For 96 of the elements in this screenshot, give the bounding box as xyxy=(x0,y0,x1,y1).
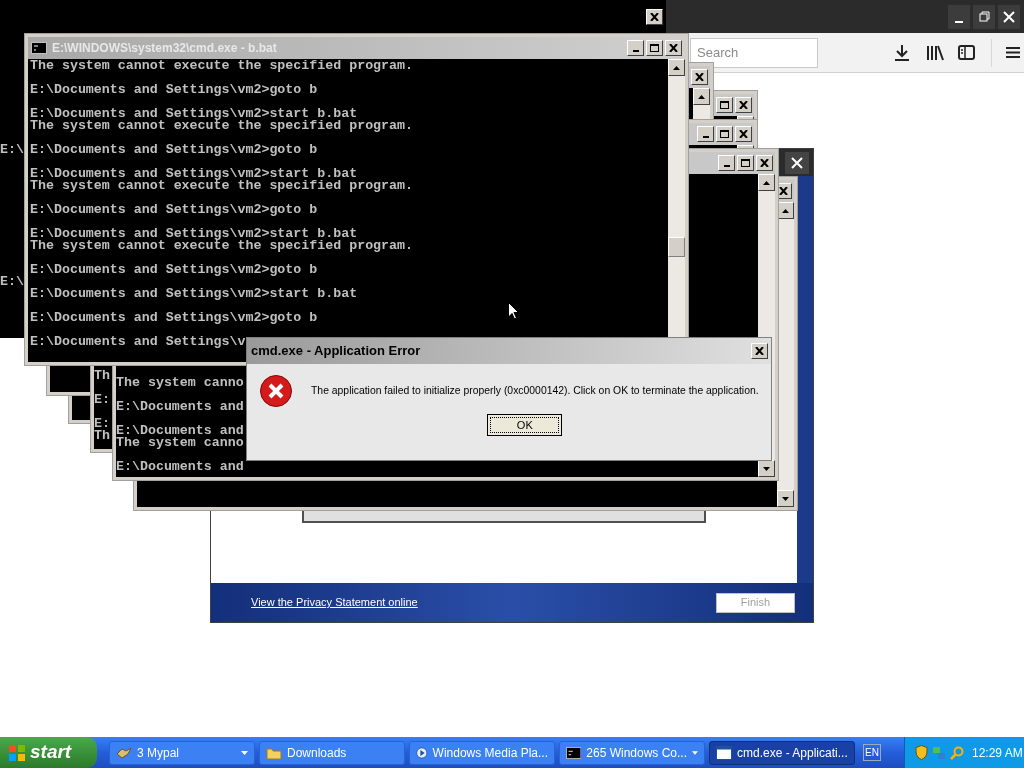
error-message: The application failed to initialize properly (0xc0000142). Click on OK to terminate the application. xyxy=(311,384,759,399)
close-button[interactable] xyxy=(756,155,773,171)
privacy-link[interactable]: View the Privacy Statement online xyxy=(251,594,418,611)
close-icon xyxy=(739,101,748,109)
error-icon xyxy=(259,374,293,408)
console-line: The system cannot execute the specified program. xyxy=(30,60,413,72)
minimize-button[interactable] xyxy=(718,155,735,171)
console-line: E:\Documents and Settings\v xyxy=(30,336,246,348)
window-icon xyxy=(716,745,732,760)
minimize-button[interactable] xyxy=(627,40,644,56)
console-line: E: xyxy=(94,418,110,430)
console-line: E:\Documents and Settings\vm2>start b.bat xyxy=(30,228,358,240)
console-line: The system cannot execute the specified program. xyxy=(30,120,413,132)
scroll-thumb[interactable] xyxy=(668,237,685,258)
console-line: Th xyxy=(94,370,110,382)
console-line: E:\Documents and Settings\vm2>start b.bat xyxy=(30,168,358,180)
minimize-button[interactable] xyxy=(697,126,714,142)
minimize-button[interactable] xyxy=(948,4,970,29)
down-arrow-icon xyxy=(782,496,789,501)
close-icon xyxy=(739,130,748,138)
console-line: E:\Documents and xyxy=(116,401,244,413)
maximize-button[interactable] xyxy=(646,40,663,56)
close-button[interactable] xyxy=(665,40,682,56)
minimize-icon xyxy=(702,136,709,138)
console-line: E:\Documents and xyxy=(116,425,244,437)
caret-icon xyxy=(241,750,248,755)
media-player-icon xyxy=(416,744,428,761)
close-icon xyxy=(754,347,764,355)
dialog-title: cmd.exe - Application Error xyxy=(251,342,421,361)
start-button[interactable]: start xyxy=(0,737,97,768)
console-line: The system canno xyxy=(116,437,244,449)
console-line: The system cannot execute the specified program. xyxy=(30,180,413,192)
close-icon xyxy=(650,13,659,21)
taskbar-button[interactable]: Windows Media Pla... xyxy=(409,740,555,765)
maximize-icon xyxy=(741,159,750,167)
console-line: E:\Documents and Settings\vm2>start b.bat xyxy=(30,108,358,120)
close-icon xyxy=(791,156,803,169)
console-line: E:\Documents and Settings\vm2>goto b xyxy=(30,144,318,156)
language-indicator[interactable]: EN xyxy=(863,744,881,761)
close-button[interactable] xyxy=(785,151,809,174)
clock: 12:29 AM xyxy=(972,744,1023,762)
console-line: E:\Documents and Settings\vm2>goto b xyxy=(30,84,318,96)
console-line: The system canno xyxy=(116,377,244,389)
taskbar-button[interactable]: cmd.exe - Applicati... xyxy=(709,740,855,765)
mouse-cursor-icon xyxy=(508,302,519,320)
maximize-button[interactable] xyxy=(716,97,733,113)
download-icon[interactable] xyxy=(894,43,910,62)
console-line: E:\Documents and xyxy=(116,461,244,473)
close-icon xyxy=(1003,10,1015,23)
console-line: E:\Documents and Settings\vm2>goto b xyxy=(30,204,318,216)
maximize-icon xyxy=(650,44,659,52)
restore-button[interactable] xyxy=(973,4,995,29)
console-line: The system cannot execute the specified program. xyxy=(30,240,413,252)
windows-logo-icon xyxy=(8,743,26,762)
close-button[interactable] xyxy=(691,69,708,85)
caret-icon xyxy=(692,750,698,755)
close-button[interactable] xyxy=(998,4,1020,29)
ok-button[interactable]: OK xyxy=(487,414,563,436)
close-button[interactable] xyxy=(646,9,663,25)
console-icon xyxy=(31,42,47,54)
maximize-button[interactable] xyxy=(737,155,754,171)
restore-icon xyxy=(978,11,990,22)
taskbar-button[interactable]: 265 Windows Co... xyxy=(559,740,705,765)
up-arrow-icon xyxy=(782,208,789,213)
search-field[interactable]: Search xyxy=(690,37,818,68)
menu-icon[interactable] xyxy=(1006,46,1020,59)
maximize-button[interactable] xyxy=(716,126,733,142)
up-arrow-icon xyxy=(763,180,770,185)
close-button[interactable] xyxy=(750,343,768,359)
minimize-icon xyxy=(632,50,639,52)
console-line: E:\Documents and Settings\vm2>start b.bat xyxy=(30,288,358,300)
console-line: E:\Documents and Settings\vm2>goto b xyxy=(30,264,318,276)
maximize-icon xyxy=(720,101,729,109)
close-icon xyxy=(669,44,678,52)
maximize-icon xyxy=(720,130,729,138)
console-line: Th xyxy=(94,430,110,442)
taskbar-button[interactable]: Downloads xyxy=(259,740,405,765)
close-icon xyxy=(695,73,704,81)
shield-icon[interactable] xyxy=(915,745,928,760)
library-icon[interactable] xyxy=(926,44,944,61)
down-arrow-icon xyxy=(763,466,770,471)
sidebar-icon[interactable] xyxy=(958,45,975,60)
taskbar-button[interactable]: 3 Mypal xyxy=(109,740,255,765)
close-icon xyxy=(779,187,788,195)
folder-icon xyxy=(266,745,282,760)
minimize-icon xyxy=(723,165,730,167)
close-icon xyxy=(760,159,769,167)
close-button[interactable] xyxy=(735,97,752,113)
console-icon xyxy=(566,745,582,760)
console-line: E:\ xyxy=(0,276,24,288)
up-arrow-icon xyxy=(673,65,680,70)
console-line: E:\ xyxy=(0,144,24,156)
up-arrow-icon xyxy=(698,94,705,99)
console-line: E: xyxy=(94,394,110,406)
console-line: E:\Documents and Settings\vm2>goto b xyxy=(30,312,318,324)
close-button[interactable] xyxy=(735,126,752,142)
